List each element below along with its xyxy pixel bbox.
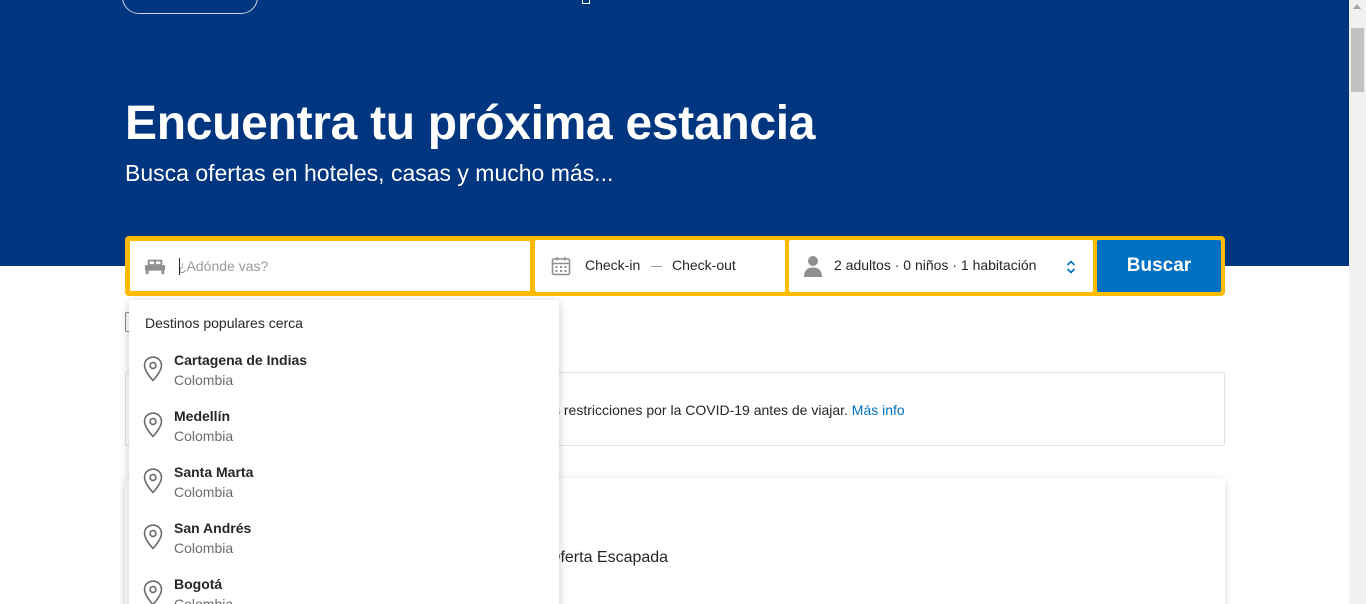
checkout-label[interactable]: Check-out [672, 257, 736, 273]
guests-separator: · [894, 257, 900, 273]
map-pin-icon [143, 580, 163, 604]
guests-summary: 2 adultos · 0 niños · 1 habitación [834, 257, 1036, 273]
covid-notice-message: s restricciones por la COVID-19 antes de… [553, 402, 848, 418]
page-scrollbar[interactable] [1349, 0, 1366, 604]
suggestion-country: Colombia [174, 540, 234, 556]
promo-card-text: Oferta Escapada [548, 549, 669, 566]
suggestion-item[interactable]: San Andrés Colombia [129, 518, 559, 574]
suggestion-city: Bogotá [174, 576, 223, 592]
calendar-icon [551, 257, 571, 276]
suggestion-item[interactable]: Medellín Colombia [129, 406, 559, 462]
suggestion-country: Colombia [174, 372, 234, 388]
suggestion-item[interactable]: Bogotá Colombia [129, 574, 559, 604]
suggestion-country: Colombia [174, 596, 234, 604]
rooms-count: 1 habitación [960, 257, 1037, 273]
person-icon [804, 256, 822, 277]
suggestion-city: Medellín [174, 408, 231, 424]
dates-field[interactable]: Check-in Check-out [535, 240, 785, 292]
suggestion-city: Cartagena de Indias [174, 352, 308, 368]
header-account-button[interactable] [122, 0, 258, 14]
scroll-up-arrow-icon[interactable] [1353, 4, 1361, 9]
text-cursor [179, 258, 180, 275]
destination-field[interactable] [129, 240, 531, 292]
search-bar: Check-in Check-out 2 adultos · 0 niños ·… [125, 236, 1225, 296]
guests-separator: · [952, 257, 957, 273]
children-count: 0 niños [903, 257, 949, 273]
suggestion-item[interactable]: Santa Marta Colombia [129, 462, 559, 518]
map-pin-icon [143, 468, 163, 494]
suggestion-country: Colombia [174, 428, 234, 444]
hero-banner: Encuentra tu próxima estancia Busca ofer… [0, 0, 1349, 266]
map-pin-icon [143, 412, 163, 438]
guests-field[interactable]: 2 adultos · 0 niños · 1 habitación [789, 240, 1093, 292]
page-subtitle: Busca ofertas en hoteles, casas y mucho … [125, 160, 614, 186]
adults-count: 2 adultos [834, 257, 891, 273]
destination-suggestions: Destinos populares cerca Cartagena de In… [129, 300, 559, 604]
scroll-thumb[interactable] [1351, 28, 1364, 92]
suggestion-item[interactable]: Cartagena de Indias Colombia [129, 350, 559, 406]
suggestion-country: Colombia [174, 484, 234, 500]
date-separator [651, 266, 662, 267]
checkin-label[interactable]: Check-in [585, 257, 640, 273]
covid-notice-text: s restricciones por la COVID-19 antes de… [553, 402, 905, 418]
suggestion-city: Santa Marta [174, 464, 254, 480]
more-info-link[interactable]: Más info [852, 402, 905, 418]
page-title: Encuentra tu próxima estancia [125, 97, 816, 150]
suggestions-heading: Destinos populares cerca [145, 315, 303, 331]
chevron-updown-icon[interactable] [1066, 259, 1076, 275]
destination-input[interactable] [178, 249, 518, 283]
search-button[interactable]: Buscar [1097, 240, 1221, 292]
header-nav-icon[interactable] [582, 0, 590, 4]
map-pin-icon [143, 356, 163, 382]
bed-icon [144, 259, 166, 275]
suggestion-city: San Andrés [174, 520, 252, 536]
map-pin-icon [143, 524, 163, 550]
